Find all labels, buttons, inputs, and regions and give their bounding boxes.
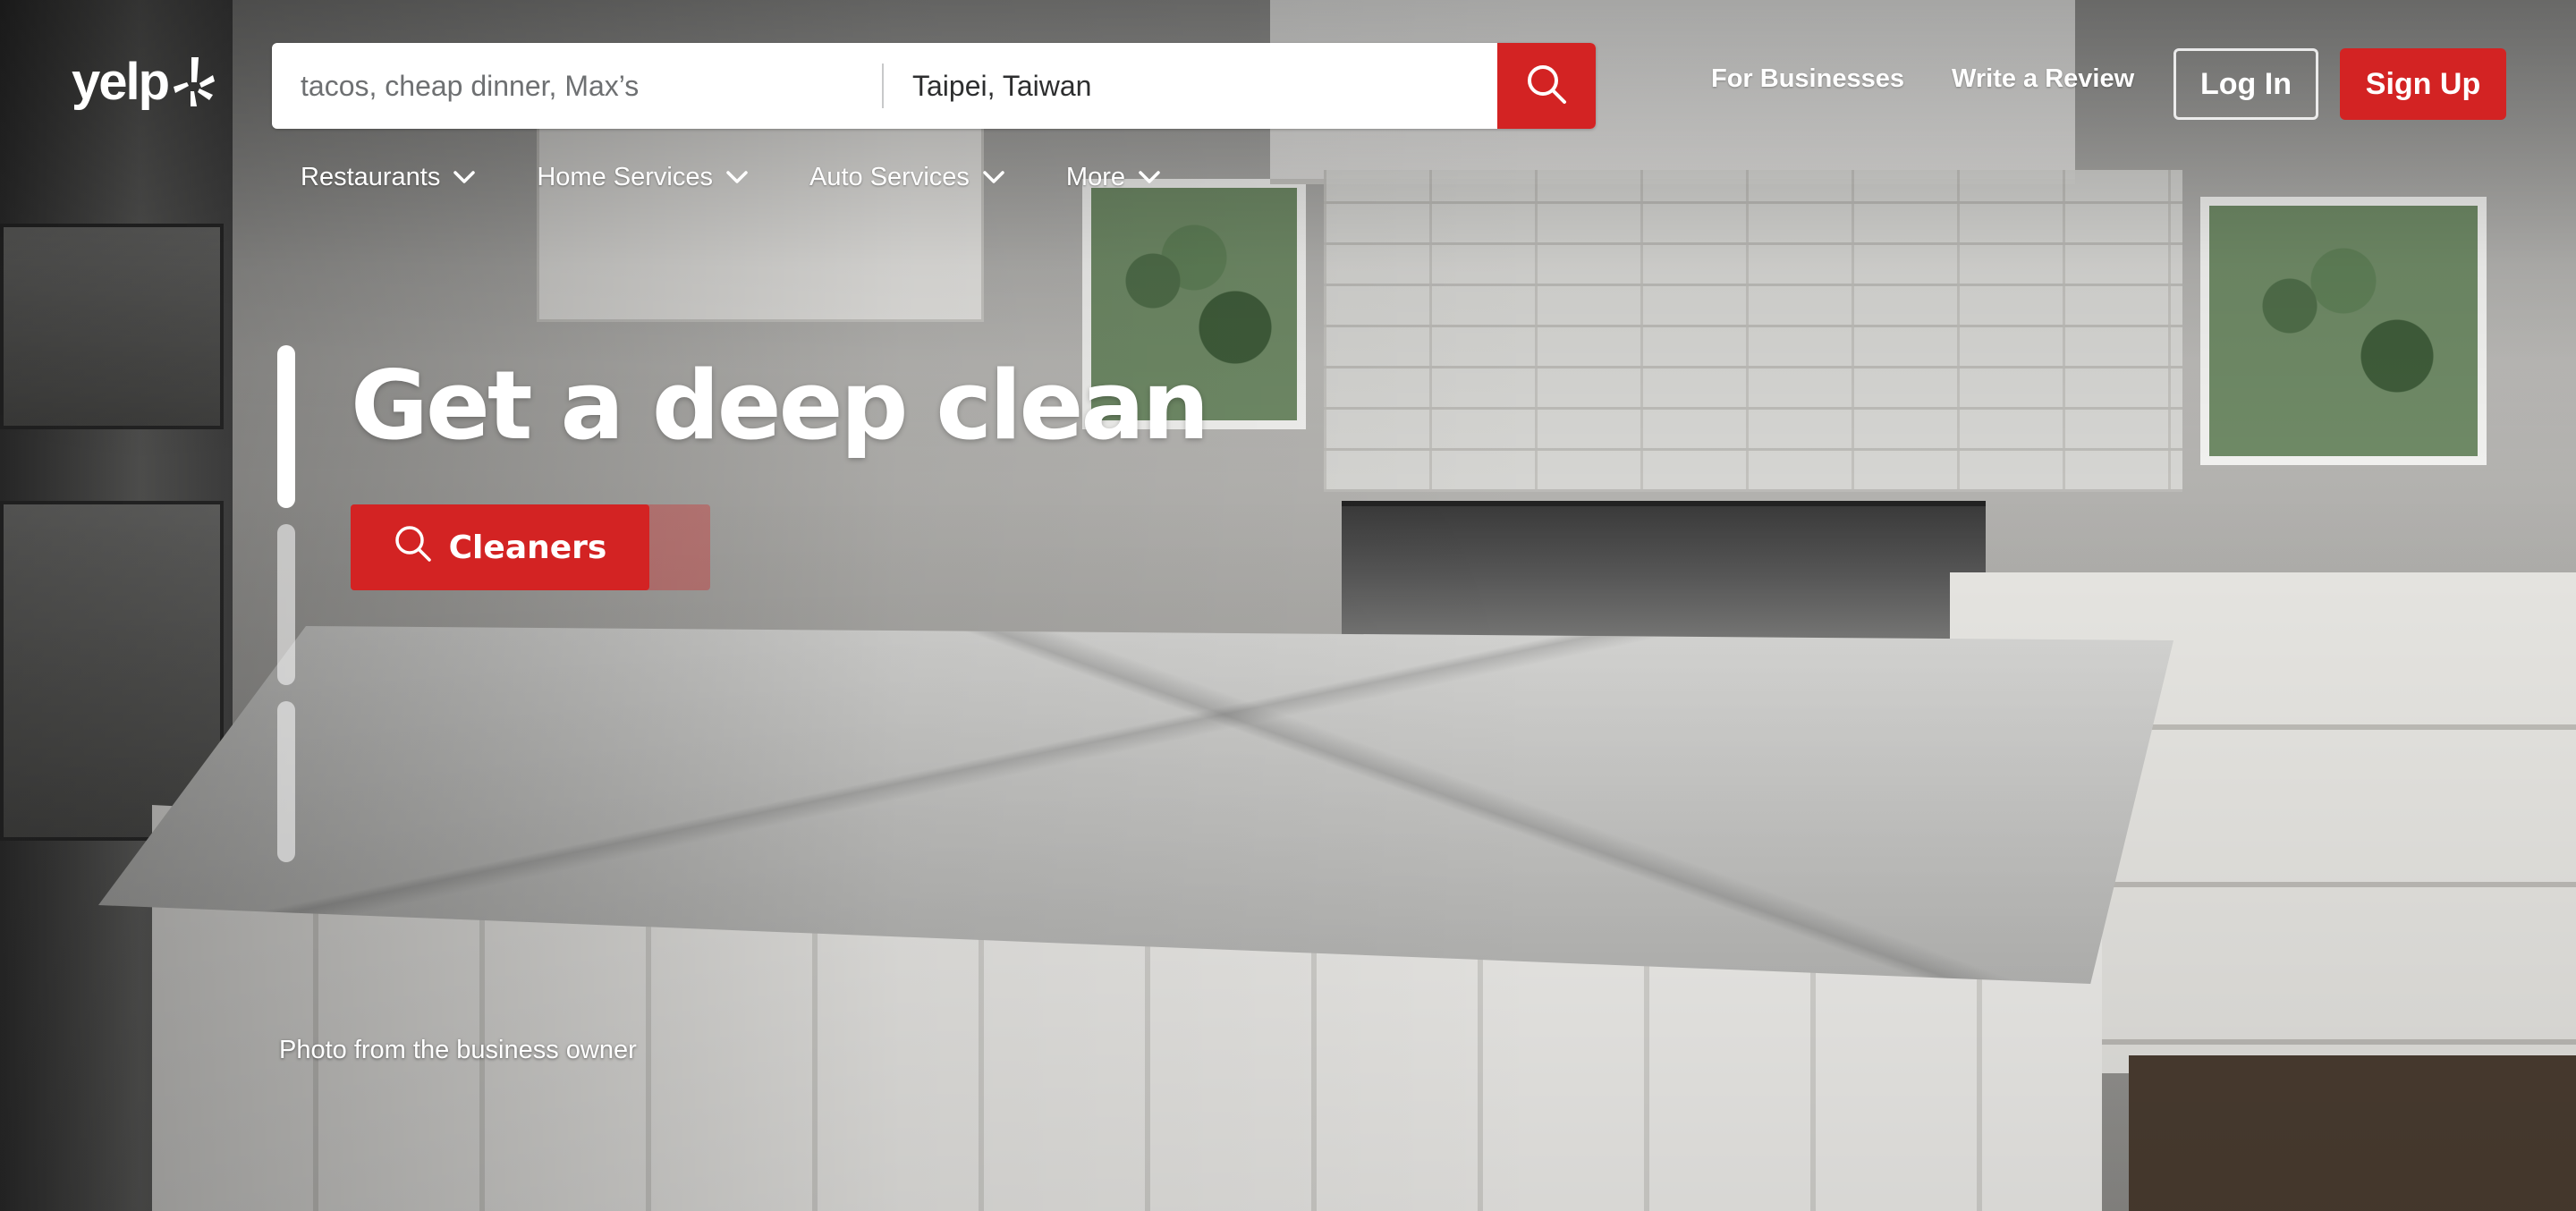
nav-item-label: Auto Services	[809, 162, 970, 191]
nav-item-auto-services[interactable]: Auto Services	[809, 163, 1005, 192]
signup-button[interactable]: Sign Up	[2340, 48, 2506, 120]
category-nav: Restaurants Home Services Auto Services …	[301, 157, 1222, 197]
yelp-burst-icon	[172, 55, 216, 109]
find-field-wrapper	[272, 43, 882, 129]
chevron-down-icon	[725, 170, 749, 184]
carousel-indicator-3[interactable]	[277, 701, 295, 862]
chevron-down-icon	[1138, 170, 1161, 184]
chevron-down-icon	[453, 170, 476, 184]
carousel-indicator-1[interactable]	[277, 345, 295, 508]
for-businesses-link[interactable]: For Businesses	[1711, 64, 1904, 94]
nav-item-more[interactable]: More	[1066, 163, 1161, 192]
cta-label: Cleaners	[448, 529, 607, 566]
search-icon	[394, 524, 433, 572]
cleaners-cta-button[interactable]: Cleaners	[351, 504, 649, 590]
nav-item-label: More	[1065, 162, 1125, 191]
write-review-link[interactable]: Write a Review	[1952, 64, 2134, 94]
yelp-logo[interactable]: yelp	[72, 52, 216, 112]
search-icon	[1526, 64, 1567, 109]
nav-item-label: Restaurants	[301, 162, 441, 191]
nav-item-label: Home Services	[537, 162, 713, 191]
photo-credit[interactable]: Photo from the business owner	[279, 1036, 637, 1065]
carousel-indicator-2[interactable]	[277, 524, 295, 685]
near-input[interactable]	[884, 43, 1497, 129]
hero-title: Get a deep clean	[351, 351, 1209, 461]
search-bar	[272, 43, 1596, 129]
find-input[interactable]	[272, 43, 882, 129]
logo-wordmark: yelp	[72, 53, 170, 111]
top-header: yelp tacos, cheap dinner, Max’s Taipei, …	[0, 0, 2576, 215]
nav-item-restaurants[interactable]: Restaurants	[301, 163, 476, 192]
login-button[interactable]: Log In	[2174, 48, 2318, 120]
chevron-down-icon	[982, 170, 1005, 184]
search-button[interactable]	[1497, 43, 1596, 129]
near-field-wrapper	[884, 43, 1497, 129]
nav-item-home-services[interactable]: Home Services	[537, 163, 749, 192]
